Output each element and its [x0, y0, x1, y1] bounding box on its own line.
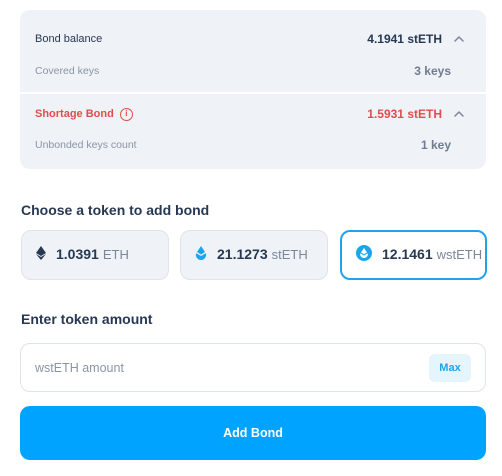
chevron-up-icon[interactable]	[452, 107, 466, 121]
shortage-bond-value: 1.5931 stETH	[367, 107, 442, 121]
bond-balance-value: 4.1941 stETH	[367, 32, 442, 46]
token-unit: ETH	[102, 247, 129, 262]
wsteth-icon	[356, 244, 372, 266]
unbonded-keys-row: Unbonded keys count 1 key	[35, 135, 466, 155]
unbonded-keys-value: 1 key	[420, 138, 451, 152]
covered-keys-value: 3 keys	[414, 64, 451, 78]
shortage-bond-label: Shortage Bond	[35, 108, 114, 120]
amount-section-title: Enter token amount	[21, 311, 153, 327]
unbonded-keys-label: Unbonded keys count	[35, 139, 137, 151]
summary-divider	[20, 92, 486, 94]
bond-balance-label: Bond balance	[35, 33, 103, 45]
bond-balance-row[interactable]: Bond balance 4.1941 stETH	[35, 29, 466, 49]
shortage-bond-value-group: 1.5931 stETH	[367, 107, 466, 121]
shortage-bond-label-group: Shortage Bond i	[35, 107, 133, 121]
token-amount: 12.1461	[382, 246, 433, 262]
covered-keys-row: Covered keys 3 keys	[35, 61, 466, 81]
shortage-bond-row[interactable]: Shortage Bond i 1.5931 stETH	[35, 104, 466, 124]
token-amount: 21.1273	[217, 246, 268, 262]
covered-keys-label: Covered keys	[35, 65, 100, 77]
add-bond-button[interactable]: Add Bond	[20, 406, 486, 460]
token-amount: 1.0391	[56, 246, 99, 262]
token-section-title: Choose a token to add bond	[21, 202, 210, 218]
amount-input-wrapper: Max	[20, 343, 486, 392]
amount-input[interactable]	[35, 360, 395, 375]
token-option-wsteth[interactable]: 12.1461 wstETH	[340, 230, 487, 280]
token-unit: stETH	[271, 247, 308, 262]
chevron-up-icon[interactable]	[452, 32, 466, 46]
eth-icon	[36, 245, 46, 265]
token-option-eth[interactable]: 1.0391 ETH	[21, 230, 169, 280]
bond-balance-value-group: 4.1941 stETH	[367, 32, 466, 46]
token-option-steth[interactable]: 21.1273 stETH	[180, 230, 328, 280]
info-icon[interactable]: i	[119, 107, 133, 121]
token-unit: wstETH	[436, 247, 483, 262]
bond-summary-panel: Bond balance 4.1941 stETH Covered keys 3…	[20, 10, 486, 169]
max-button[interactable]: Max	[429, 353, 471, 382]
steth-icon	[195, 245, 207, 265]
